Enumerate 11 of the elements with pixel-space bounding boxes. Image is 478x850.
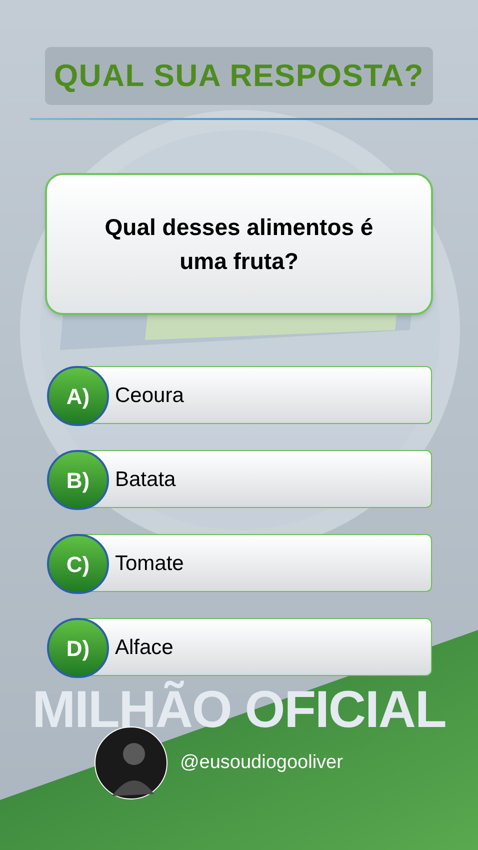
answer-option[interactable]: D) Alface xyxy=(47,618,432,678)
answer-option[interactable]: B) Batata xyxy=(47,450,432,510)
header-title: QUAL SUA RESPOSTA? xyxy=(54,56,424,95)
answer-text: Tomate xyxy=(115,551,184,578)
answer-option[interactable]: C) Tomate xyxy=(47,534,432,594)
answer-text: Ceoura xyxy=(115,383,184,410)
profile-handle: @eusoudiogooliver xyxy=(180,750,343,775)
answer-text: Batata xyxy=(115,467,176,494)
answer-text: Alface xyxy=(115,635,174,662)
answer-option[interactable]: A) Ceoura xyxy=(47,366,432,426)
question-text: Qual desses alimentos é uma fruta? xyxy=(104,213,374,276)
